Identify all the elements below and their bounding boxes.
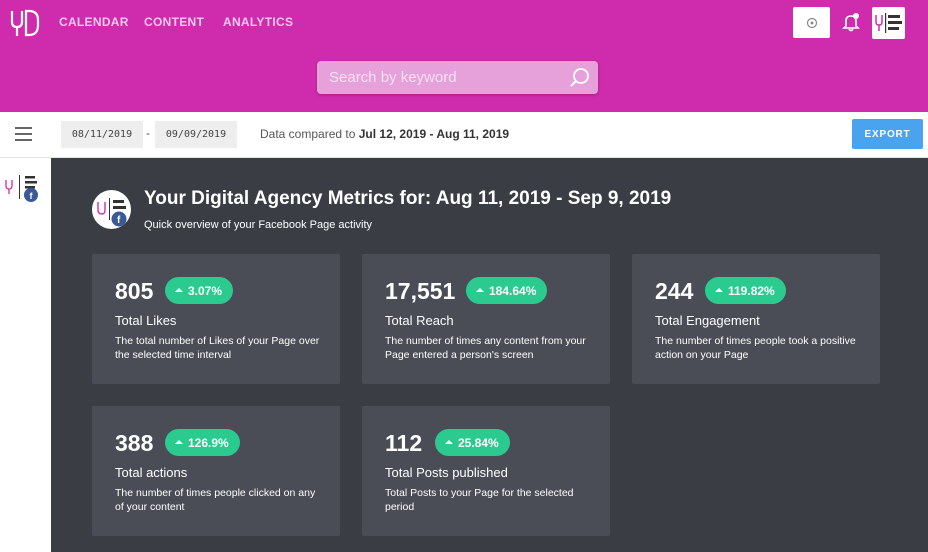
change-value: 184.64%	[489, 283, 537, 298]
metric-value: 388	[115, 430, 154, 456]
arrow-up-icon	[476, 288, 484, 292]
yd-logo-icon[interactable]	[10, 8, 40, 38]
nav-analytics[interactable]: ANALYTICS	[223, 15, 293, 29]
agency-logo-icon	[875, 13, 902, 33]
compare-range: Jul 12, 2019 - Aug 11, 2019	[358, 127, 510, 141]
page-title: Your Digital Agency Metrics for: Aug 11,…	[144, 188, 672, 209]
date-separator: -	[146, 126, 150, 140]
metric-label: Total Engagement	[655, 313, 760, 328]
settings-button[interactable]	[793, 7, 830, 38]
arrow-up-icon	[715, 288, 723, 292]
nav-content[interactable]: CONTENT	[144, 15, 204, 29]
user-avatar[interactable]	[872, 7, 905, 39]
nav-calendar[interactable]: CALENDAR	[59, 15, 129, 29]
metric-value: 112	[385, 430, 423, 456]
metric-label: Total Likes	[115, 313, 177, 328]
search-icon[interactable]	[569, 67, 591, 89]
metric-description: The number of times any content from you…	[385, 335, 586, 361]
compare-text: Data compared to Jul 12, 2019 - Aug 11, …	[260, 127, 509, 141]
metric-label: Total Reach	[385, 313, 454, 328]
change-value: 25.84%	[458, 435, 499, 450]
metric-description: The total number of Likes of your Page o…	[115, 335, 320, 361]
top-header: CALENDAR CONTENT ANALYTICS	[0, 0, 928, 112]
metric-card-actions: 388 126.9% Total actions The number of t…	[92, 406, 340, 536]
arrow-up-icon	[175, 288, 183, 292]
change-badge: 126.9%	[165, 429, 240, 456]
page-subtitle: Quick overview of your Facebook Page act…	[144, 219, 373, 231]
metric-description: The number of times people clicked on an…	[115, 487, 316, 513]
metric-description: The number of times people took a positi…	[655, 335, 856, 361]
metric-description: Total Posts to your Page for the selecte…	[385, 487, 574, 513]
facebook-icon: f	[97, 198, 127, 227]
hamburger-icon[interactable]	[15, 127, 32, 141]
bell-icon[interactable]	[842, 12, 860, 32]
compare-prefix: Data compared to	[260, 127, 356, 141]
metric-value: 805	[115, 278, 154, 304]
page-switcher-avatar[interactable]: f	[3, 172, 43, 206]
arrow-up-icon	[175, 440, 183, 444]
metric-label: Total actions	[115, 465, 188, 480]
metric-card-posts: 112 25.84% Total Posts published Total P…	[362, 406, 610, 536]
metric-card-reach: 17,551 184.64% Total Reach The number of…	[362, 254, 610, 384]
change-value: 3.07%	[188, 283, 223, 298]
export-button[interactable]: EXPORT	[852, 119, 923, 149]
metric-card-engagement: 244 119.82% Total Engagement The number …	[632, 254, 880, 384]
change-badge: 25.84%	[435, 429, 510, 456]
end-date-field[interactable]: 09/09/2019	[155, 121, 237, 148]
page-avatar: f	[92, 190, 131, 229]
search-input[interactable]	[317, 61, 557, 94]
metric-card-likes: 805 3.07% Total Likes The total number o…	[92, 254, 340, 384]
change-badge: 119.82%	[705, 277, 786, 304]
change-badge: 184.64%	[466, 277, 548, 304]
start-date-field[interactable]: 08/11/2019	[61, 121, 143, 148]
metric-label: Total Posts published	[385, 465, 508, 480]
metric-value: 244	[655, 278, 694, 304]
arrow-up-icon	[445, 440, 453, 444]
change-value: 126.9%	[188, 435, 229, 450]
change-badge: 3.07%	[165, 277, 234, 304]
circle-dot-icon	[806, 17, 817, 28]
search-box	[317, 61, 598, 94]
metric-value: 17,551	[385, 278, 456, 304]
change-value: 119.82%	[728, 283, 775, 298]
